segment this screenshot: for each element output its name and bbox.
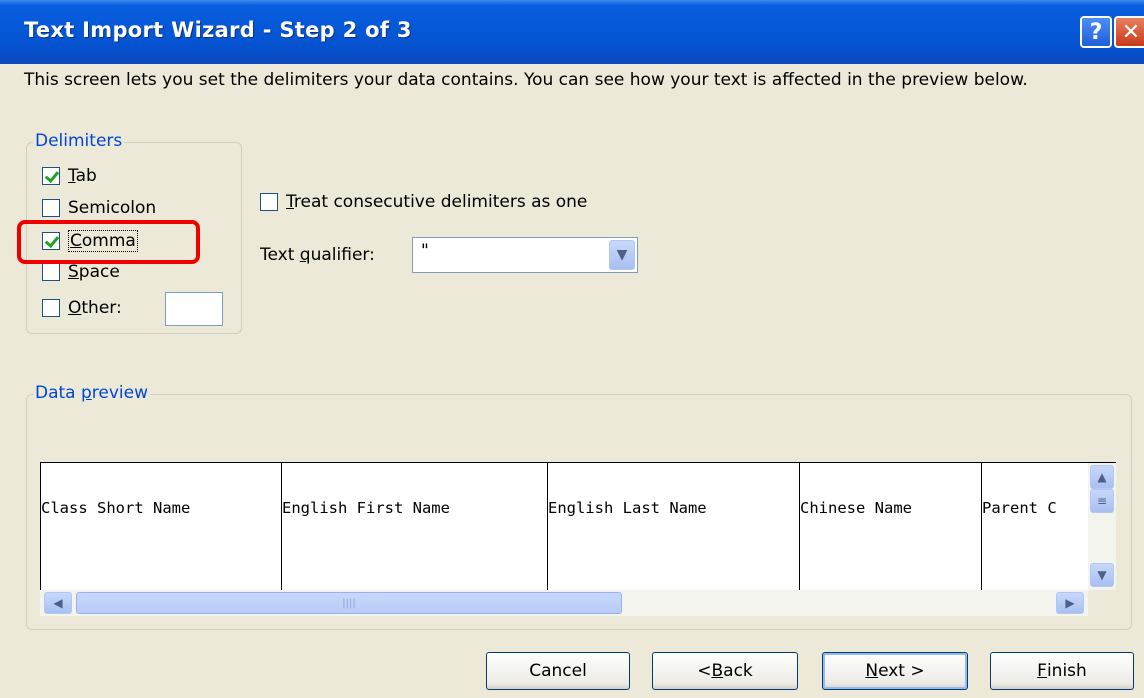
help-icon: ?	[1089, 19, 1103, 45]
delimiters-legend: Delimiters	[33, 131, 125, 151]
scroll-right-icon[interactable]: ▶	[1056, 592, 1084, 614]
delimiter-semicolon-option[interactable]: Semicolon	[42, 198, 156, 218]
chevron-down-icon[interactable]: ▼	[609, 240, 635, 270]
preview-column[interactable]: Class Short Name	[41, 463, 282, 591]
comma-highlight-annotation	[17, 220, 200, 264]
data-preview-grid[interactable]: Class Short Name English First Name Engl…	[40, 462, 1089, 591]
other-delimiter-input[interactable]	[165, 292, 223, 326]
delimiter-space-option[interactable]: Space	[42, 262, 120, 282]
next-button[interactable]: Next >	[822, 652, 968, 690]
consecutive-checkbox[interactable]	[260, 193, 278, 211]
scroll-left-icon[interactable]: ◀	[44, 592, 72, 614]
semicolon-checkbox[interactable]	[42, 199, 60, 217]
text-qualifier-value: "	[421, 241, 429, 261]
preview-column[interactable]: English First Name	[282, 463, 548, 591]
scroll-down-icon[interactable]: ▼	[1090, 563, 1114, 587]
window-title: Text Import Wizard - Step 2 of 3	[24, 18, 412, 42]
delimiter-other-option[interactable]: Other:	[42, 298, 122, 318]
horizontal-scroll-thumb[interactable]: ||||	[76, 592, 622, 614]
tab-label: Tab	[68, 166, 97, 186]
preview-column[interactable]: Parent C	[982, 463, 1089, 591]
other-label: Other:	[68, 298, 122, 318]
vertical-scrollbar[interactable]: ▲ ≡ ▼	[1088, 462, 1116, 590]
instruction-text: This screen lets you set the delimiters …	[24, 70, 1028, 90]
back-button[interactable]: < Back	[652, 652, 798, 690]
text-import-wizard-dialog: Text Import Wizard - Step 2 of 3 ? ✕ Thi…	[0, 0, 1144, 698]
tab-checkbox[interactable]	[42, 167, 60, 185]
space-checkbox[interactable]	[42, 263, 60, 281]
consecutive-delimiters-option[interactable]: Treat consecutive delimiters as one	[260, 192, 587, 212]
data-preview-legend: Data preview	[33, 383, 151, 403]
text-qualifier-label: Text qualifier:	[260, 245, 375, 265]
close-icon: ✕	[1121, 19, 1141, 45]
scroll-thumb[interactable]: ≡	[1090, 489, 1114, 513]
help-button[interactable]: ?	[1080, 16, 1112, 48]
text-qualifier-select[interactable]: " ▼	[412, 237, 638, 273]
other-checkbox[interactable]	[42, 299, 60, 317]
consecutive-label: Treat consecutive delimiters as one	[286, 192, 588, 212]
cancel-button[interactable]: Cancel	[486, 652, 630, 690]
preview-column[interactable]: English Last Name	[548, 463, 800, 591]
preview-column[interactable]: Chinese Name	[800, 463, 982, 591]
horizontal-scrollbar[interactable]: ◀ |||| ▶	[40, 590, 1088, 616]
scroll-up-icon[interactable]: ▲	[1090, 465, 1114, 489]
semicolon-label: Semicolon	[68, 198, 157, 218]
space-label: Space	[68, 262, 120, 282]
title-bar[interactable]: Text Import Wizard - Step 2 of 3 ? ✕	[0, 0, 1144, 64]
delimiter-tab-option[interactable]: Tab	[42, 166, 97, 186]
finish-button[interactable]: Finish	[990, 652, 1134, 690]
close-button[interactable]: ✕	[1114, 16, 1144, 48]
